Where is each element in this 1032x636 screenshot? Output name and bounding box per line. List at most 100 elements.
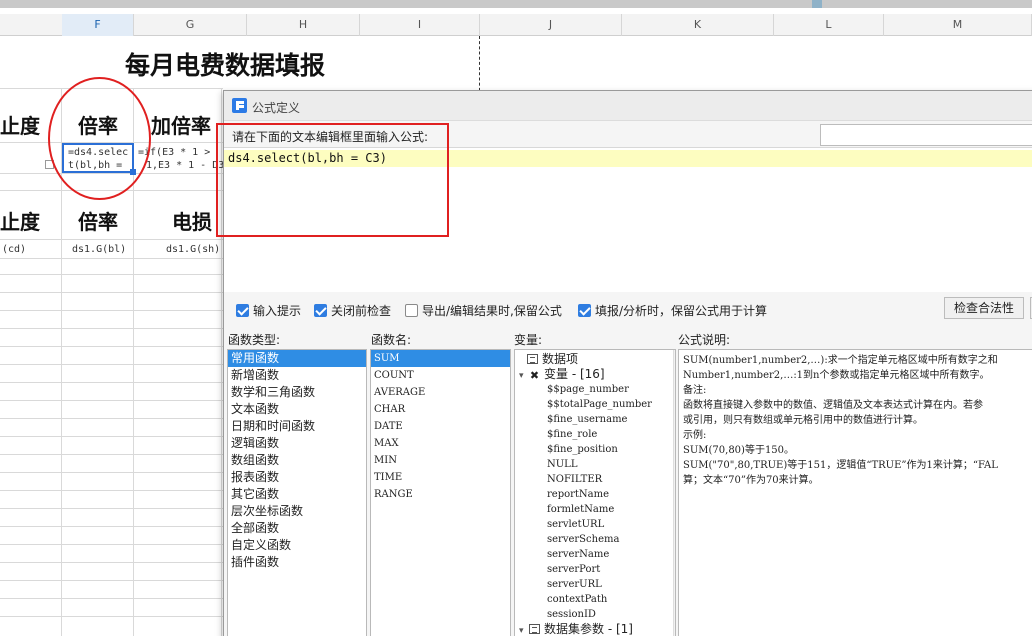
tree-leaf[interactable]: $fine_position (547, 442, 618, 457)
option-check-before-close[interactable]: 关闭前检查 (314, 302, 391, 319)
grid-line (0, 616, 223, 617)
chevron-down-icon[interactable]: ▾ (519, 624, 529, 636)
list-item[interactable]: TIME (371, 469, 510, 486)
grid-line (0, 454, 223, 455)
column-header-h[interactable]: H (247, 14, 360, 36)
scrollbar-thumb[interactable] (675, 354, 676, 614)
grid-line (0, 274, 223, 275)
list-item[interactable]: 报表函数 (228, 469, 366, 486)
checkbox-checked-icon[interactable] (236, 304, 249, 317)
list-item[interactable]: 插件函数 (228, 554, 366, 571)
tree-item-dataset-params[interactable]: ▾ 数据集参数 - [1] (519, 622, 633, 636)
column-header-k[interactable]: K (622, 14, 774, 36)
tree-leaf[interactable]: $$page_number (547, 382, 629, 397)
column-header-l[interactable]: L (774, 14, 884, 36)
tree-item-variables[interactable]: ▾ ✖ 变量 - [16] (519, 367, 605, 382)
tree-leaf[interactable]: $fine_role (547, 427, 597, 442)
column-header-i[interactable]: I (360, 14, 480, 36)
formula-description: SUM(number1,number2,…):求一个指定单元格区域中所有数字之和… (678, 349, 1032, 636)
list-item[interactable]: 数组函数 (228, 452, 366, 469)
option-keep-formula-export[interactable]: 导出/编辑结果时,保留公式 (405, 302, 562, 319)
variable-tree[interactable]: 数据项 ▾ ✖ 变量 - [16] $$page_number $$totalPag… (514, 349, 676, 636)
cell-header-add-multiplier[interactable]: 加倍率 (151, 110, 211, 139)
cell-header-loss[interactable]: 电损 (172, 206, 212, 235)
grid-line (0, 544, 223, 545)
list-item[interactable]: CHAR (371, 401, 510, 418)
tree-leaf[interactable]: reportName (547, 487, 609, 502)
tree-leaf[interactable]: serverSchema (547, 532, 619, 547)
scroll-marker (812, 0, 822, 8)
column-header-g[interactable]: G (134, 14, 247, 36)
desc-line: Number1,number2,…:1到n个参数或指定单元格区域中所有数字。 (683, 370, 990, 381)
list-item[interactable]: MAX (371, 435, 510, 452)
list-item[interactable]: 数学和三角函数 (228, 384, 366, 401)
tree-leaf[interactable]: serverName (547, 547, 609, 562)
tree-leaf[interactable]: NOFILTER (547, 472, 602, 487)
column-header-j[interactable]: J (480, 14, 622, 36)
cell-header-multiplier-2[interactable]: 倍率 (78, 206, 118, 235)
grid-line (0, 364, 223, 365)
list-item[interactable]: 新增函数 (228, 367, 366, 384)
list-item[interactable]: SUM (371, 350, 510, 367)
desc-line: SUM(number1,number2,…):求一个指定单元格区域中所有数字之和 (683, 355, 998, 366)
desc-line: 或引用，则只有数组或单元格引用中的数值进行计算。 (683, 415, 923, 426)
tree-leaf[interactable]: contextPath (547, 592, 607, 607)
list-item[interactable]: 日期和时间函数 (228, 418, 366, 435)
tree-leaf[interactable]: NULL (547, 457, 577, 472)
list-item[interactable]: 全部函数 (228, 520, 366, 537)
list-item[interactable]: MIN (371, 452, 510, 469)
cell-header-end-reading-2[interactable]: 止度 (0, 206, 40, 235)
func-type-label: 函数类型: (228, 333, 281, 347)
grid-line (0, 346, 223, 347)
bind-cell-bl[interactable]: ds1.G(bl) (72, 244, 126, 255)
list-item[interactable]: 文本函数 (228, 401, 366, 418)
option-input-hint[interactable]: 输入提示 (236, 302, 301, 319)
tree-leaf[interactable]: serverPort (547, 562, 600, 577)
bind-cell-cd[interactable]: (cd) (2, 244, 26, 255)
chevron-down-icon[interactable]: ▾ (519, 369, 529, 384)
bind-cell-sh[interactable]: ds1.G(sh) (166, 244, 220, 255)
list-item[interactable]: 自定义函数 (228, 537, 366, 554)
option-keep-formula-fill[interactable]: 填报/分析时，保留公式用于计算 (578, 302, 767, 319)
variable-icon: ✖ (529, 369, 540, 382)
tree-leaf[interactable]: serverURL (547, 577, 602, 592)
column-header-bar: F G H I J K L M (0, 14, 1032, 36)
formula-desc-label: 公式说明: (678, 333, 731, 347)
tree-leaf[interactable]: sessionID (547, 607, 596, 622)
desc-line: 函数将直接键入参数中的数值、逻辑值及文本表达式计算在内。若参 (683, 400, 983, 411)
grid-line (0, 258, 223, 259)
search-input[interactable] (820, 124, 1032, 146)
grid-line (0, 580, 223, 581)
checkbox-checked-icon[interactable] (578, 304, 591, 317)
list-item[interactable]: 层次坐标函数 (228, 503, 366, 520)
func-type-list[interactable]: 常用函数 新增函数 数学和三角函数 文本函数 日期和时间函数 逻辑函数 数组函数… (227, 349, 367, 636)
column-header-f[interactable]: F (62, 14, 134, 36)
tree-scrollbar[interactable] (673, 350, 676, 636)
list-item[interactable]: 常用函数 (228, 350, 366, 367)
list-item[interactable]: 逻辑函数 (228, 435, 366, 452)
tree-leaf[interactable]: formletName (547, 502, 614, 517)
check-validity-button[interactable]: 检查合法性 (944, 297, 1024, 319)
list-item[interactable]: COUNT (371, 367, 510, 384)
grid-line (0, 436, 223, 437)
cell-header-end-reading[interactable]: 止度 (0, 110, 40, 139)
tree-item-data[interactable]: 数据项 (527, 352, 578, 367)
desc-line: SUM("70",80,TRUE)等于151，逻辑值“TRUE”作为1来计算；“… (683, 460, 998, 471)
list-item[interactable]: AVERAGE (371, 384, 510, 401)
func-name-label: 函数名: (371, 333, 412, 347)
column-header-m[interactable]: M (884, 14, 1032, 36)
tree-leaf[interactable]: $fine_username (547, 412, 627, 427)
grid-line (0, 526, 223, 527)
tree-leaf[interactable]: servletURL (547, 517, 604, 532)
desc-line: 备注: (683, 385, 707, 396)
checkbox-unchecked-icon[interactable] (405, 304, 418, 317)
grid-line (0, 400, 223, 401)
tree-leaf[interactable]: $$totalPage_number (547, 397, 652, 412)
next-cell-line2[interactable]: 1,E3 * 1 - D3 (146, 159, 224, 172)
list-item[interactable]: RANGE (371, 486, 510, 503)
dialog-titlebar[interactable]: 公式定义 (224, 91, 1032, 121)
func-name-list[interactable]: SUM COUNT AVERAGE CHAR DATE MAX MIN TIME… (370, 349, 511, 636)
checkbox-checked-icon[interactable] (314, 304, 327, 317)
list-item[interactable]: 其它函数 (228, 486, 366, 503)
list-item[interactable]: DATE (371, 418, 510, 435)
